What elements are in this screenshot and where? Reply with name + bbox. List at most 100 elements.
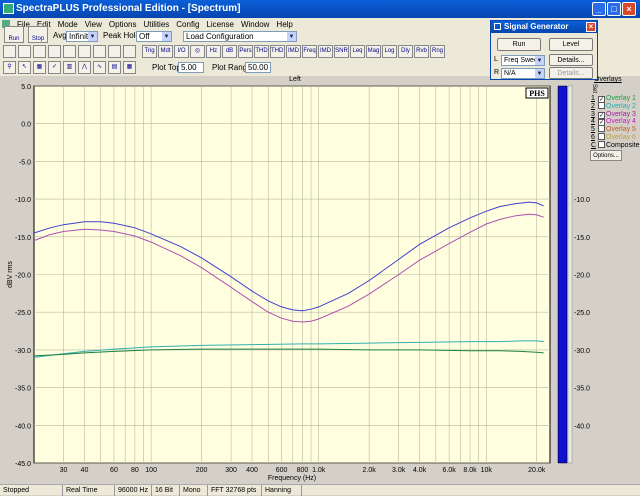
generator-icon: [494, 23, 501, 30]
toolbar2-button-12[interactable]: SNR: [334, 45, 349, 58]
overlay-checkbox[interactable]: [598, 125, 605, 133]
menu-mode[interactable]: Mode: [58, 20, 78, 29]
chevron-down-icon: ▼: [535, 69, 544, 78]
phase-icon[interactable]: [108, 45, 121, 58]
y-tick-label: -35.0: [15, 386, 31, 393]
x-tick-label: 4.0k: [413, 467, 427, 474]
table-icon[interactable]: [78, 45, 91, 58]
scale-icon[interactable]: ▤: [108, 61, 121, 74]
toolbar2-button-9[interactable]: IMD: [286, 45, 301, 58]
toolbar2-button-2[interactable]: I/O: [174, 45, 189, 58]
overlay-checkbox[interactable]: [598, 133, 605, 140]
toolbar2-button-1[interactable]: Mdt: [158, 45, 173, 58]
peaks-icon[interactable]: [33, 45, 46, 58]
status-bar: Stopped Real Time 96000 Hz 16 Bit Mono F…: [0, 484, 640, 496]
left-details-button[interactable]: Details...: [549, 54, 593, 66]
spectrum-plot[interactable]: 5.0 0.0 -5.0 -10.0 -15.0 -20.0 -25.0 -30.0 -35.0…: [0, 84, 590, 484]
config-select[interactable]: Load Configuration ▼: [183, 31, 297, 42]
dots-icon[interactable]: [63, 45, 76, 58]
overlays-header[interactable]: Overlays: [594, 76, 622, 83]
zoom-icon[interactable]: ⚲: [3, 61, 16, 74]
status-extra: [302, 485, 640, 496]
maximize-button[interactable]: □: [607, 2, 621, 16]
x-tick-label: 80: [131, 467, 139, 474]
close-icon[interactable]: ×: [586, 22, 596, 32]
list-icon[interactable]: [123, 45, 136, 58]
level-meter-bar: [557, 85, 568, 464]
grid-icon[interactable]: [93, 45, 106, 58]
y-tick-label: -25.0: [15, 310, 31, 317]
phs-badge: PHS: [529, 89, 545, 98]
toolbar2-button-17[interactable]: Rvb: [414, 45, 429, 58]
minimize-button[interactable]: _: [592, 2, 606, 16]
menu-help[interactable]: Help: [276, 20, 292, 29]
menu-license[interactable]: License: [206, 20, 234, 29]
signal-generator-titlebar: Signal Generator ×: [491, 21, 597, 33]
menu-config[interactable]: Config: [176, 20, 199, 29]
menu-utilities[interactable]: Utilities: [143, 20, 169, 29]
toolbar2-button-0[interactable]: Trig: [142, 45, 157, 58]
run-button[interactable]: Run: [4, 26, 24, 43]
toolbar2-button-15[interactable]: Log: [382, 45, 397, 58]
wave-icon[interactable]: ∿: [93, 61, 106, 74]
toolbar2-button-4[interactable]: Hz: [206, 45, 221, 58]
left-channel-label: L: [494, 56, 498, 63]
plot-range-input[interactable]: 50.00: [245, 62, 271, 73]
toolbar2-button-18[interactable]: Rng: [430, 45, 445, 58]
status-state: Stopped: [0, 485, 63, 496]
bars-icon[interactable]: ▥: [63, 61, 76, 74]
overlay-list: 1 ✓ Overlay 1 2 Overlay 2 3 ✓ Overlay 3 4 ✓ Overla…: [591, 94, 640, 174]
generator-level-button[interactable]: Level: [549, 38, 593, 51]
x-tick-label: 200: [196, 467, 208, 474]
menu-view[interactable]: View: [85, 20, 102, 29]
avg-select[interactable]: Infinite ▼: [66, 31, 98, 42]
right-tick-label: -15.0: [574, 235, 590, 242]
peaks-icon[interactable]: ⋀: [78, 61, 91, 74]
toolbar2-button-14[interactable]: Mag: [366, 45, 381, 58]
spectrum-chart[interactable]: 5.0 0.0 -5.0 -10.0 -15.0 -20.0 -25.0 -30.0 -35.0…: [0, 84, 590, 484]
curve-icon[interactable]: [48, 45, 61, 58]
bars-icon[interactable]: [18, 45, 31, 58]
table-icon[interactable]: ▦: [123, 61, 136, 74]
grid-icon[interactable]: ▦: [33, 61, 46, 74]
cursor-icon[interactable]: ↖: [18, 61, 31, 74]
stop-button[interactable]: Stop: [28, 26, 48, 43]
right-tick-label: -25.0: [574, 310, 590, 317]
left-signal-select[interactable]: Freq Sweep ▼: [501, 55, 545, 66]
x-tick-label: 800: [297, 467, 309, 474]
close-button[interactable]: ×: [622, 2, 636, 16]
toolbar2-button-6[interactable]: Pers: [238, 45, 253, 58]
x-tick-label: 1.0k: [312, 467, 326, 474]
toolbar2-button-7[interactable]: THD: [254, 45, 269, 58]
status-channels: Mono: [180, 485, 208, 496]
app-icon: [3, 3, 14, 14]
wave-icon[interactable]: [3, 45, 16, 58]
overlay-checkbox[interactable]: [598, 101, 605, 109]
right-tick-label: -20.0: [574, 273, 590, 280]
signal-generator-window: Signal Generator × Run Level L Freq Swee…: [490, 20, 598, 80]
toolbar2-button-8[interactable]: THD N: [270, 45, 285, 58]
menu-options[interactable]: Options: [109, 20, 137, 29]
right-details-button[interactable]: Details...: [549, 67, 593, 79]
right-signal-select[interactable]: N/A ▼: [501, 68, 545, 79]
x-tick-label: 40: [81, 467, 89, 474]
overlay-set-label: Set: [591, 84, 597, 94]
generator-run-button[interactable]: Run: [497, 38, 541, 51]
marker-icon[interactable]: ✓: [48, 61, 61, 74]
x-tick-label: 300: [225, 467, 237, 474]
right-tick-label: -35.0: [574, 386, 590, 393]
chevron-down-icon: ▼: [535, 56, 544, 65]
menu-window[interactable]: Window: [241, 20, 269, 29]
level-meter-scale: [567, 85, 573, 464]
peak-hold-select[interactable]: Off ▼: [136, 31, 172, 42]
overlay-label: Composite: [606, 141, 640, 149]
toolbar2-button-13[interactable]: Leq: [350, 45, 365, 58]
toolbar2-button-16[interactable]: Dly: [398, 45, 413, 58]
toolbar2-button-5[interactable]: dB: [222, 45, 237, 58]
plot-top-input[interactable]: 5.00: [178, 62, 204, 73]
toolbar2-button-10[interactable]: Freq: [302, 45, 317, 58]
overlay-options-button[interactable]: Options...: [590, 150, 622, 161]
overlay-checkbox[interactable]: [598, 140, 605, 148]
target-icon[interactable]: ◎: [190, 45, 205, 58]
toolbar2-button-11[interactable]: IMD: [318, 45, 333, 58]
